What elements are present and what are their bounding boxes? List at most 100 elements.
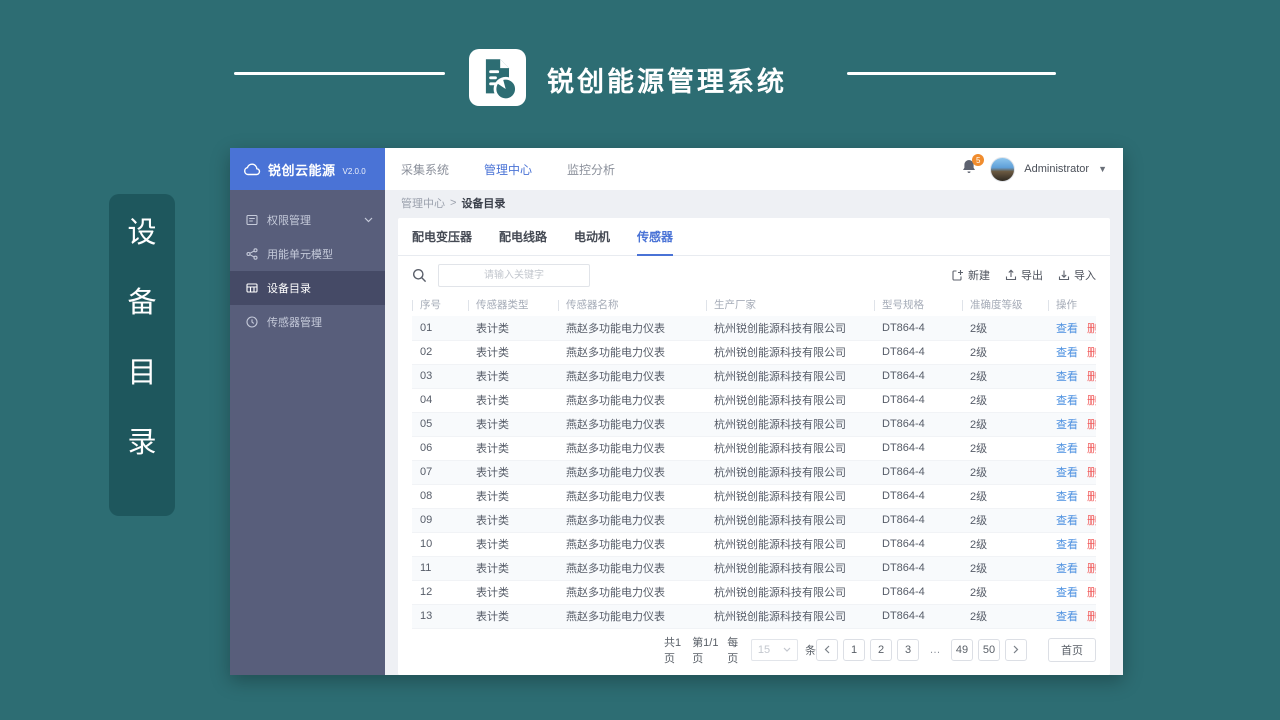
cell-manufacturer: 杭州锐创能源科技有限公司 [706,412,874,437]
prev-page-button[interactable] [816,638,838,661]
page-number-button[interactable]: 1 [843,638,865,661]
cell-name: 燕赵多功能电力仪表 [558,532,706,557]
delete-link[interactable]: 删除 [1087,371,1096,383]
page-number-button[interactable]: 49 [951,638,973,661]
cell-type: 表计类 [468,364,558,389]
cloud-icon [243,162,261,176]
search-icon [412,268,427,283]
delete-link[interactable]: 删除 [1087,347,1096,359]
view-link[interactable]: 查看 [1056,539,1078,551]
cell-type: 表计类 [468,484,558,509]
view-link[interactable]: 查看 [1056,611,1078,623]
cell-type: 表计类 [468,388,558,413]
view-link[interactable]: 查看 [1056,371,1078,383]
column-header-type: 传感器类型 [468,294,558,316]
cell-name: 燕赵多功能电力仪表 [558,580,706,605]
table-row: 07 表计类 燕赵多功能电力仪表 杭州锐创能源科技有限公司 DT864-4 2级… [412,460,1096,485]
user-name[interactable]: Administrator [1024,163,1089,175]
page-number-button[interactable]: 3 [897,638,919,661]
cell-accuracy: 2级 [962,556,1048,581]
delete-link[interactable]: 删除 [1087,563,1096,575]
delete-link[interactable]: 删除 [1087,419,1096,431]
table-row: 08 表计类 燕赵多功能电力仪表 杭州锐创能源科技有限公司 DT864-4 2级… [412,484,1096,509]
view-link[interactable]: 查看 [1056,515,1078,527]
cell-name: 燕赵多功能电力仪表 [558,436,706,461]
view-link[interactable]: 查看 [1056,563,1078,575]
nav-item-collection-system[interactable]: 采集系统 [401,161,449,178]
nav-item-monitor-analysis[interactable]: 监控分析 [567,161,615,178]
page-number-button[interactable]: 50 [978,638,1000,661]
view-link[interactable]: 查看 [1056,467,1078,479]
sensor-manage-icon [246,316,258,328]
column-header-manufacturer: 生产厂家 [706,294,874,316]
page-number-button[interactable]: 2 [870,638,892,661]
pagination-summary: 共1页 第1/1页 每页 15 条 [664,634,816,666]
page-number-button[interactable]: … [924,638,946,661]
tab-distribution-line[interactable]: 配电线路 [499,228,547,256]
cell-accuracy: 2级 [962,508,1048,533]
chevron-down-icon [783,647,791,652]
main-area: 采集系统 管理中心 监控分析 5 Administrator ▼ 管理中心 > [385,148,1123,675]
cell-type: 表计类 [468,508,558,533]
export-button-label: 导出 [1021,270,1043,282]
brand-name: 锐创云能源 [268,162,336,178]
new-button[interactable]: 新建 [952,267,990,283]
cell-operations: 查看删除 [1048,364,1096,389]
view-link[interactable]: 查看 [1056,443,1078,455]
delete-link[interactable]: 删除 [1087,587,1096,599]
cell-model: DT864-4 [874,316,962,341]
view-link[interactable]: 查看 [1056,587,1078,599]
side-tab-char: 录 [127,427,157,459]
cell-accuracy: 2级 [962,604,1048,629]
cell-manufacturer: 杭州锐创能源科技有限公司 [706,556,874,581]
first-page-button[interactable]: 首页 [1048,637,1096,662]
breadcrumb-separator: > [450,197,457,209]
import-button[interactable]: 导入 [1058,267,1096,283]
cell-accuracy: 2级 [962,460,1048,485]
cell-no: 01 [412,316,468,341]
cell-model: DT864-4 [874,508,962,533]
view-link[interactable]: 查看 [1056,395,1078,407]
delete-link[interactable]: 删除 [1087,395,1096,407]
cell-no: 06 [412,436,468,461]
delete-link[interactable]: 删除 [1087,323,1096,335]
cell-type: 表计类 [468,340,558,365]
delete-link[interactable]: 删除 [1087,491,1096,503]
cell-operations: 查看删除 [1048,412,1096,437]
delete-link[interactable]: 删除 [1087,443,1096,455]
search-input[interactable] [438,263,590,287]
breadcrumb-parent[interactable]: 管理中心 [401,195,445,211]
cell-type: 表计类 [468,412,558,437]
cell-name: 燕赵多功能电力仪表 [558,364,706,389]
notification-bell-icon[interactable]: 5 [961,154,985,180]
export-button[interactable]: 导出 [1005,267,1043,283]
user-menu-caret-icon[interactable]: ▼ [1098,164,1107,174]
cell-accuracy: 2级 [962,412,1048,437]
per-page-select[interactable]: 15 [750,638,798,661]
tab-sensor[interactable]: 传感器 [637,228,674,256]
table-row: 05 表计类 燕赵多功能电力仪表 杭州锐创能源科技有限公司 DT864-4 2级… [412,412,1096,437]
view-link[interactable]: 查看 [1056,347,1078,359]
tab-distribution-transformer[interactable]: 配电变压器 [412,228,472,256]
delete-link[interactable]: 删除 [1087,467,1096,479]
delete-link[interactable]: 删除 [1087,611,1096,623]
sidebar-item-label: 传感器管理 [267,317,322,329]
column-header-operation: 操作 [1048,294,1096,316]
nav-item-management-center[interactable]: 管理中心 [484,161,532,178]
cell-model: DT864-4 [874,364,962,389]
cell-operations: 查看删除 [1048,316,1096,341]
sidebar-item-permission[interactable]: 权限管理 [230,203,385,237]
avatar[interactable] [990,156,1016,182]
next-page-button[interactable] [1005,638,1027,661]
cell-no: 07 [412,460,468,485]
sidebar-item-device-catalog[interactable]: 设备目录 [230,271,385,305]
sidebar-item-sensor-manage[interactable]: 传感器管理 [230,305,385,339]
view-link[interactable]: 查看 [1056,491,1078,503]
delete-link[interactable]: 删除 [1087,539,1096,551]
view-link[interactable]: 查看 [1056,323,1078,335]
view-link[interactable]: 查看 [1056,419,1078,431]
tab-motor[interactable]: 电动机 [574,228,610,256]
cell-model: DT864-4 [874,556,962,581]
sidebar-item-energy-unit-model[interactable]: 用能单元模型 [230,237,385,271]
delete-link[interactable]: 删除 [1087,515,1096,527]
